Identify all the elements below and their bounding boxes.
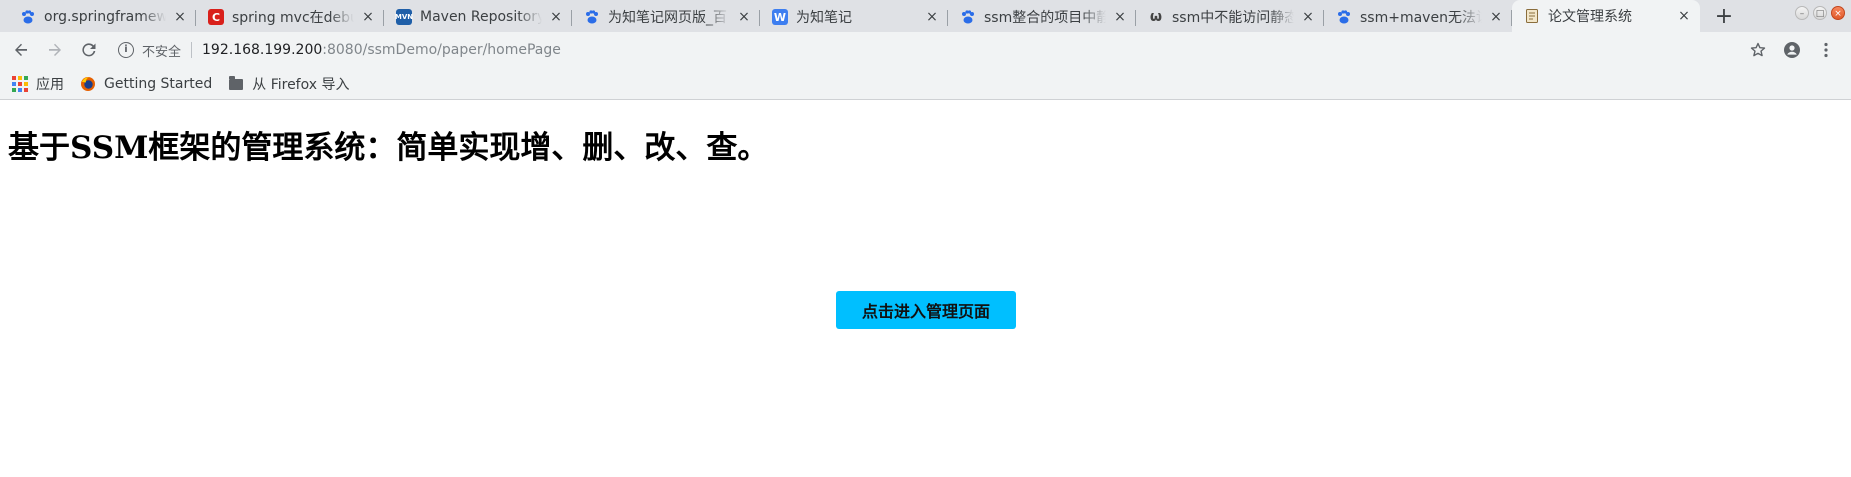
close-icon[interactable]: × — [1488, 9, 1504, 25]
baidu-paw-icon — [1336, 9, 1352, 25]
reload-icon — [82, 43, 96, 57]
tab-title: ssm+maven无法访 — [1360, 10, 1482, 26]
tab-8-active[interactable]: 论文管理系统 × — [1512, 0, 1700, 32]
bookmark-label: 从 Firefox 导入 — [252, 76, 350, 93]
tab-1[interactable]: C spring mvc在debu × — [196, 2, 384, 32]
enter-admin-button[interactable]: 点击进入管理页面 — [836, 291, 1016, 329]
security-label[interactable]: 不安全 — [142, 41, 181, 60]
tab-4[interactable]: W 为知笔记 × — [760, 2, 948, 32]
menu-kebab-icon[interactable] — [1813, 37, 1839, 63]
bookmark-firefox-import[interactable]: 从 Firefox 导入 — [228, 74, 349, 94]
baidu-paw-icon — [20, 9, 36, 25]
forward-button[interactable] — [40, 35, 70, 65]
tab-title: 论文管理系统 — [1548, 9, 1632, 25]
tab-title: 为知笔记网页版_百 — [608, 10, 727, 26]
info-icon[interactable]: i — [118, 42, 134, 58]
tab-0[interactable]: org.springframew × — [8, 2, 196, 32]
document-icon — [1524, 8, 1540, 24]
tab-title: ssm中不能访问静态 — [1172, 10, 1294, 26]
tab-strip: org.springframew × C spring mvc在debu × M… — [0, 0, 1851, 32]
tab-7[interactable]: ssm+maven无法访 × — [1324, 2, 1512, 32]
mvn-icon: MVN — [395, 9, 413, 25]
tab-title: org.springframew — [44, 9, 166, 25]
bookmark-star-icon[interactable] — [1745, 37, 1771, 63]
reload-button[interactable] — [74, 35, 104, 65]
window-controls: – □ × — [1795, 6, 1845, 20]
baidu-paw-icon — [960, 9, 976, 25]
close-icon[interactable]: × — [1112, 9, 1128, 25]
baidu-paw-icon — [584, 9, 600, 25]
back-button[interactable] — [6, 35, 36, 65]
toolbar-actions — [1745, 37, 1845, 63]
bookmarks-bar: 应用 Getting Started 从 Firefox 导入 — [0, 68, 1851, 100]
arrow-right-icon — [49, 43, 61, 56]
folder-icon — [228, 76, 244, 92]
omega-icon: ω — [1149, 9, 1163, 25]
close-icon[interactable]: × — [172, 9, 188, 25]
bookmark-label: 应用 — [36, 76, 64, 93]
account-icon[interactable] — [1779, 37, 1805, 63]
bookmark-getting-started[interactable]: Getting Started — [80, 76, 212, 92]
tab-title: spring mvc在debu — [232, 10, 354, 26]
minimize-icon[interactable]: – — [1795, 6, 1809, 20]
address-bar[interactable]: i 不安全 192.168.199.200:8080/ssmDemo/paper… — [108, 35, 1745, 65]
url-path[interactable]: :8080/ssmDemo/paper/homePage — [322, 42, 561, 58]
divider — [191, 42, 193, 58]
tab-2[interactable]: MVN Maven Repository × — [384, 2, 572, 32]
close-icon[interactable]: × — [1300, 9, 1316, 25]
window-close-icon[interactable]: × — [1831, 6, 1845, 20]
new-tab-button[interactable]: + — [1710, 2, 1738, 30]
tab-5[interactable]: ssm整合的项目中静 × — [948, 2, 1136, 32]
bookmark-apps[interactable]: 应用 — [12, 74, 64, 94]
maximize-icon[interactable]: □ — [1813, 6, 1827, 20]
close-icon[interactable]: × — [360, 9, 376, 25]
tab-title: ssm整合的项目中静 — [984, 10, 1106, 26]
bookmark-label: Getting Started — [104, 75, 213, 92]
url-host[interactable]: 192.168.199.200 — [202, 42, 322, 58]
page-heading: 基于SSM框架的管理系统：简单实现增、删、改、查。 — [8, 130, 769, 166]
tab-title: 为知笔记 — [796, 10, 852, 26]
arrow-left-icon — [15, 43, 27, 56]
close-icon[interactable]: × — [548, 9, 564, 25]
close-icon[interactable]: × — [924, 9, 940, 25]
firefox-icon — [80, 76, 96, 92]
close-icon[interactable]: × — [1676, 8, 1692, 24]
tab-title: Maven Repository — [420, 9, 542, 25]
tab-3[interactable]: 为知笔记网页版_百 × — [572, 2, 760, 32]
csdn-icon: C — [208, 9, 224, 25]
close-icon[interactable]: × — [736, 9, 752, 25]
page-content: 基于SSM框架的管理系统：简单实现增、删、改、查。 点击进入管理页面 — [0, 100, 1851, 476]
browser-toolbar: i 不安全 192.168.199.200:8080/ssmDemo/paper… — [0, 32, 1851, 68]
apps-grid-icon — [12, 75, 28, 92]
tab-6[interactable]: ω ssm中不能访问静态 × — [1136, 2, 1324, 32]
wiz-icon: W — [772, 9, 788, 25]
